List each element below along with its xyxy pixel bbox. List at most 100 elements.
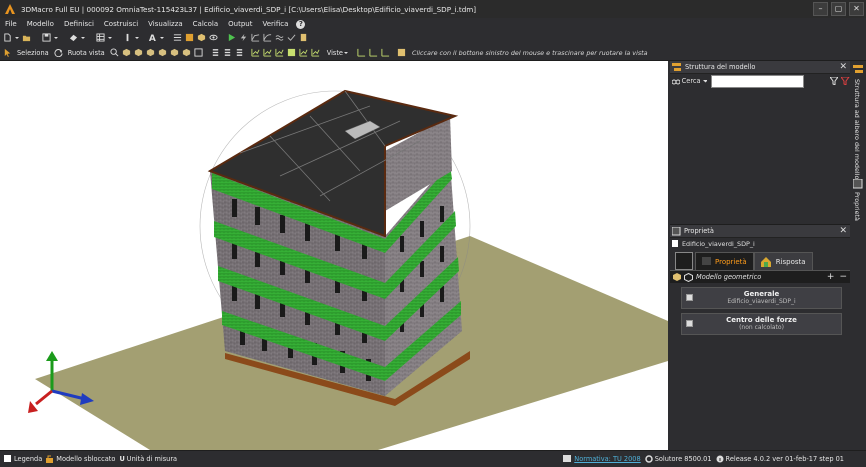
close-icon[interactable]: ✕ <box>839 62 847 72</box>
rotate-icon[interactable] <box>54 48 63 58</box>
legend-button[interactable]: Legenda <box>4 455 42 463</box>
dropdown-arrow-icon[interactable] <box>81 33 85 43</box>
units-icon: U <box>119 455 125 463</box>
tree-icon <box>853 65 863 73</box>
search-input[interactable] <box>711 74 804 88</box>
table-icon[interactable] <box>185 33 194 43</box>
select-icon[interactable] <box>3 48 12 58</box>
model-view[interactable] <box>0 61 668 450</box>
views-dropdown[interactable]: Viste <box>327 49 343 57</box>
group-centro-forze[interactable]: Centro delle forze (non calcolato) <box>681 313 842 335</box>
menu-costruisci[interactable]: Costruisci <box>99 20 143 28</box>
report-icon[interactable] <box>299 33 308 43</box>
view-front-icon[interactable] <box>122 48 131 58</box>
save-icon[interactable] <box>42 33 51 43</box>
dropdown-arrow-icon[interactable] <box>135 33 139 43</box>
side-tab-model-tree[interactable]: Struttura ad albero del modello <box>853 79 861 179</box>
maximize-button[interactable]: ▢ <box>831 2 846 16</box>
axis-icon[interactable] <box>369 48 378 58</box>
check-icon[interactable] <box>287 33 296 43</box>
chart-icon[interactable] <box>299 48 308 58</box>
side-tabs: Struttura ad albero del modello Propriet… <box>851 61 866 450</box>
eye-icon[interactable] <box>209 33 218 43</box>
view-top-icon[interactable] <box>170 48 179 58</box>
chart-icon[interactable] <box>263 48 272 58</box>
object-row: Edificio_viaverdi_SDP_i <box>670 238 850 249</box>
grid-icon[interactable] <box>96 33 105 43</box>
cube-icon[interactable] <box>197 33 206 43</box>
expand-icon[interactable] <box>686 294 693 301</box>
dropdown-arrow-icon[interactable] <box>54 33 58 43</box>
menu-output[interactable]: Output <box>223 20 257 28</box>
open-folder-icon[interactable] <box>22 33 31 43</box>
view-back-icon[interactable] <box>134 48 143 58</box>
level-up-icon[interactable] <box>223 48 232 58</box>
group-subtitle: (non calcolato) <box>739 324 784 331</box>
view-iso-icon[interactable] <box>182 48 191 58</box>
rotate-view-button[interactable]: Ruota vista <box>68 49 105 57</box>
window-title: 3DMacro Full EU | 000092 OmniaTest-11542… <box>21 4 477 14</box>
norm-icon <box>563 455 572 462</box>
expand-icon[interactable] <box>686 320 693 327</box>
close-icon[interactable]: ✕ <box>839 226 847 236</box>
view-left-icon[interactable] <box>146 48 155 58</box>
dropdown-arrow-icon[interactable] <box>343 48 348 58</box>
remove-button[interactable]: − <box>839 272 847 282</box>
units-button[interactable]: U Unità di misura <box>119 455 177 463</box>
eraser-icon[interactable] <box>69 33 78 43</box>
menu-file[interactable]: File <box>0 20 22 28</box>
curve-icon[interactable] <box>263 33 272 43</box>
help-icon[interactable]: ? <box>296 19 306 29</box>
properties-title: Proprietà <box>684 227 714 235</box>
3d-viewport[interactable] <box>0 61 668 450</box>
axis-icon[interactable] <box>381 48 390 58</box>
tab-risposta[interactable]: Risposta <box>753 252 813 270</box>
chart-icon[interactable] <box>275 48 284 58</box>
run-icon[interactable] <box>227 33 236 43</box>
model-tree-area <box>670 88 850 224</box>
select-button[interactable]: Seleziona <box>17 49 49 57</box>
menu-modello[interactable]: Modello <box>22 20 59 28</box>
search-label[interactable]: Cerca <box>682 77 701 85</box>
wave-icon[interactable] <box>275 33 284 43</box>
pushover-icon[interactable] <box>251 33 260 43</box>
lightning-icon[interactable] <box>239 33 248 43</box>
document-icon <box>672 239 678 247</box>
clear-filter-icon[interactable] <box>841 77 850 85</box>
view-frame-icon[interactable] <box>194 48 203 58</box>
group-title: Centro delle forze <box>726 316 797 324</box>
tree-search-row: Cerca <box>670 74 850 88</box>
minimize-button[interactable]: – <box>813 2 828 16</box>
app-logo-icon <box>3 2 17 16</box>
view-right-icon[interactable] <box>158 48 167 58</box>
close-button[interactable]: ✕ <box>849 2 864 16</box>
menu-visualizza[interactable]: Visualizza <box>143 20 187 28</box>
model-lock-button[interactable]: Modello sbloccato <box>46 455 115 463</box>
table-view-icon[interactable] <box>287 48 296 58</box>
text-icon[interactable]: A <box>148 33 157 43</box>
dropdown-arrow-icon[interactable] <box>160 33 164 43</box>
section-modello-geometrico: Modello geometrico + − <box>670 270 850 283</box>
add-button[interactable]: + <box>827 272 835 282</box>
axis-icon[interactable] <box>357 48 366 58</box>
side-tab-properties[interactable]: Proprietà <box>853 192 861 221</box>
chevron-down-icon[interactable] <box>702 78 708 84</box>
dropdown-arrow-icon[interactable] <box>108 33 112 43</box>
chart-icon[interactable] <box>311 48 320 58</box>
model-tree-title: Struttura del modello <box>685 63 756 71</box>
menu-definisci[interactable]: Definisci <box>59 20 99 28</box>
filter-icon[interactable] <box>829 77 839 85</box>
zoom-icon[interactable] <box>110 48 119 58</box>
new-file-icon[interactable] <box>3 33 12 43</box>
tab-proprieta[interactable]: Proprietà <box>695 252 754 270</box>
menu-calcola[interactable]: Calcola <box>188 20 224 28</box>
list-icon[interactable] <box>173 33 182 43</box>
chart-icon[interactable] <box>251 48 260 58</box>
dropdown-arrow-icon[interactable] <box>15 33 19 43</box>
group-generale[interactable]: Generale Edificio_viaverdi_SDP_i <box>681 287 842 309</box>
level-icon[interactable] <box>211 48 220 58</box>
column-icon[interactable] <box>123 33 132 43</box>
norm-link[interactable]: Normativa: TU 2008 <box>563 455 641 463</box>
menu-verifica[interactable]: Verifica <box>257 20 293 28</box>
level-down-icon[interactable] <box>235 48 244 58</box>
